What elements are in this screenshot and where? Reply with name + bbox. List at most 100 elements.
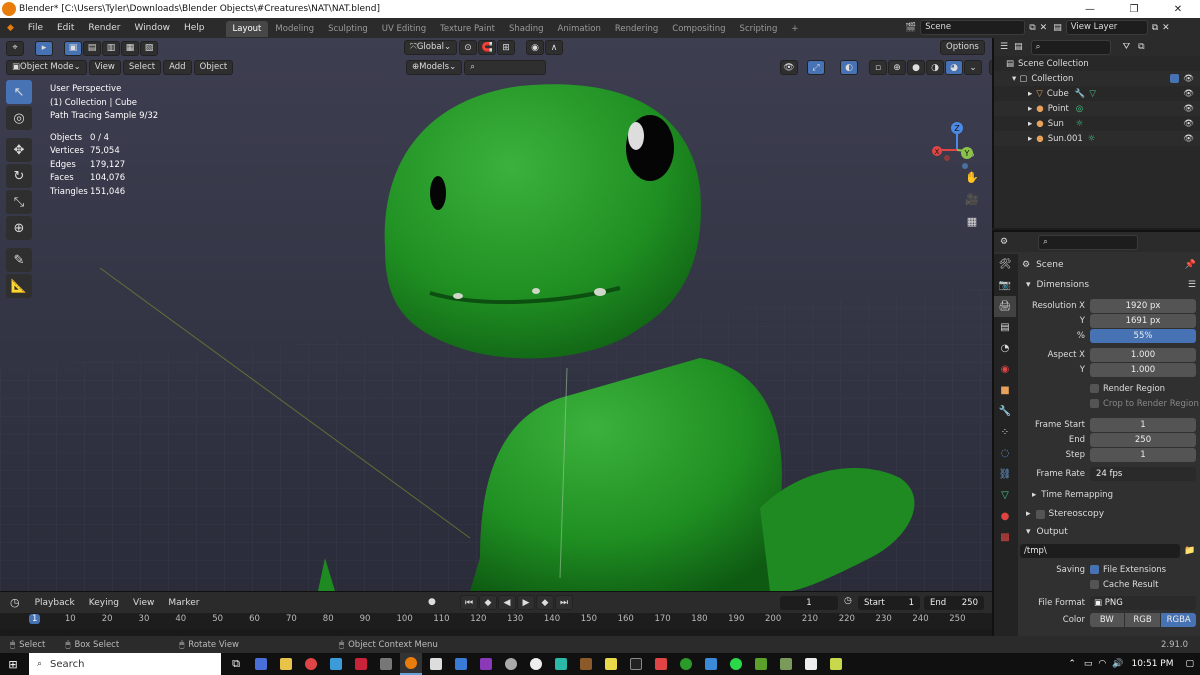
wifi-icon[interactable]: ◠ <box>1098 659 1106 669</box>
new-scene-icon[interactable]: ⧉ <box>1029 23 1035 33</box>
material-tab-icon[interactable]: ● <box>994 506 1016 527</box>
dimensions-panel-header[interactable]: ▾ Dimensions ☰ <box>1020 276 1200 294</box>
select-extend-icon[interactable]: ▤ <box>83 40 101 56</box>
record-icon[interactable]: ● <box>428 597 436 607</box>
output-path-field[interactable]: /tmp\ <box>1020 544 1180 558</box>
minimize-button[interactable]: — <box>1068 0 1112 18</box>
data-tab-icon[interactable]: ▽ <box>994 485 1016 506</box>
crop-region-checkbox[interactable]: Crop to Render Region <box>1020 396 1200 411</box>
app-krita-icon[interactable] <box>550 653 572 675</box>
particles-tab-icon[interactable]: ⁘ <box>994 422 1016 443</box>
menu-render[interactable]: Render <box>81 18 127 38</box>
frame-step-field[interactable]: 1 <box>1090 447 1196 462</box>
taskbar-search-box[interactable]: ⌕ Search <box>29 653 221 675</box>
app-steam-icon[interactable] <box>500 653 522 675</box>
pivot-icon[interactable]: ⊙ <box>459 40 478 55</box>
outliner-item[interactable]: ▸ ● Sun.001 ☼ 👁 <box>994 131 1200 146</box>
measure-tool-icon[interactable]: 📐 <box>6 274 32 298</box>
app-store-icon[interactable] <box>375 653 397 675</box>
options-dropdown[interactable]: Options <box>940 40 985 55</box>
view-layer-icon[interactable]: ▤ <box>1053 23 1062 33</box>
menu-playback[interactable]: Playback <box>28 593 82 613</box>
tab-rendering[interactable]: Rendering <box>608 21 665 37</box>
tab-texture-paint[interactable]: Texture Paint <box>433 21 502 37</box>
material-shading-icon[interactable]: ◑ <box>926 60 944 75</box>
navigation-gizmo[interactable]: Z Y X <box>925 118 985 178</box>
app-photos-icon[interactable] <box>450 653 472 675</box>
cursor-tool-icon[interactable]: ◎ <box>6 106 32 130</box>
view-layer-tab-icon[interactable]: ▤ <box>994 317 1016 338</box>
texture-tab-icon[interactable]: ▩ <box>994 527 1016 548</box>
app-blender-icon[interactable] <box>400 653 422 675</box>
outliner-item[interactable]: ▸ ● Point ◎ 👁 <box>994 101 1200 116</box>
scale-tool-icon[interactable]: ⤡ <box>6 190 32 214</box>
tab-compositing[interactable]: Compositing <box>665 21 732 37</box>
color-rgb-button[interactable]: RGB <box>1124 612 1161 627</box>
properties-search-field[interactable]: ⌕ <box>1038 234 1139 250</box>
snap-icon[interactable]: 🧲 <box>478 40 497 55</box>
tab-uv-editing[interactable]: UV Editing <box>375 21 433 37</box>
pin-icon[interactable]: 📌 <box>1185 260 1196 270</box>
move-tool-icon[interactable]: ✥ <box>6 138 32 162</box>
app-edge-icon[interactable] <box>325 653 347 675</box>
output-panel-header[interactable]: ▾ Output <box>1020 523 1200 541</box>
app-stack-icon[interactable] <box>825 653 847 675</box>
viewport-search-field[interactable]: ⌕ <box>464 60 547 75</box>
eye-icon[interactable]: 👁 <box>1183 89 1194 99</box>
menu-help[interactable]: Help <box>177 18 212 38</box>
app-terminal-icon[interactable] <box>625 653 647 675</box>
time-remapping-subpanel[interactable]: ▸ Time Remapping <box>1020 487 1200 502</box>
xray-icon[interactable]: ▫ <box>869 60 887 75</box>
app-news-icon[interactable] <box>650 653 672 675</box>
scene-icon[interactable]: 🎬 <box>905 23 916 33</box>
modifier-tab-icon[interactable]: 🔧 <box>994 401 1016 422</box>
world-tab-icon[interactable]: ◉ <box>994 359 1016 380</box>
frame-end-field[interactable]: 250 <box>1090 432 1196 447</box>
gizmo-icon[interactable]: ⤢ <box>807 60 825 75</box>
new-collection-icon[interactable]: ⧉ <box>1138 42 1144 52</box>
windows-start-icon[interactable]: ⊞ <box>0 653 26 675</box>
scene-selector[interactable]: Scene <box>920 20 1026 35</box>
solid-shading-icon[interactable]: ● <box>907 60 925 75</box>
select-box-tool-icon[interactable]: ↖ <box>6 80 32 104</box>
menu-object[interactable]: Object <box>193 60 234 75</box>
display-mode-icon[interactable]: ▤ <box>1014 42 1023 52</box>
folder-icon[interactable]: 📁 <box>1184 546 1195 556</box>
app-explorer-icon[interactable] <box>275 653 297 675</box>
aspect-y-field[interactable]: 1.000 <box>1090 362 1196 377</box>
select-new-icon[interactable]: ▣ <box>64 40 82 56</box>
snap-target-icon[interactable]: ⊞ <box>497 40 516 55</box>
app-spotify-icon[interactable] <box>725 653 747 675</box>
app-capcut-icon[interactable] <box>800 653 822 675</box>
app-chrome-icon[interactable] <box>300 653 322 675</box>
eye-icon[interactable]: 👁 <box>1183 74 1194 84</box>
delete-view-layer-icon[interactable]: ✕ <box>1162 23 1170 33</box>
physics-tab-icon[interactable]: ◌ <box>994 443 1016 464</box>
app-acrobat-icon[interactable] <box>350 653 372 675</box>
outliner-scene-collection[interactable]: ▤ Scene Collection <box>994 56 1200 71</box>
editor-type-icon[interactable]: ⌖ <box>6 40 24 56</box>
prev-keyframe-icon[interactable]: ◆ <box>479 595 497 610</box>
menu-marker[interactable]: Marker <box>161 593 206 613</box>
tab-layout[interactable]: Layout <box>225 21 269 37</box>
visibility-icon[interactable]: 👁 <box>780 60 798 75</box>
camera-view-icon[interactable]: 🎥 <box>963 190 981 208</box>
stereoscopy-checkbox[interactable] <box>1035 509 1045 519</box>
menu-edit[interactable]: Edit <box>50 18 81 38</box>
overlay-icon[interactable]: ◐ <box>840 60 858 75</box>
rendered-shading-icon[interactable]: ◕ <box>945 60 963 75</box>
new-view-layer-icon[interactable]: ⧉ <box>1152 23 1158 33</box>
menu-file[interactable]: File <box>21 18 50 38</box>
app-xbox-icon[interactable] <box>675 653 697 675</box>
output-tab-icon[interactable]: 🖨 <box>994 296 1016 317</box>
mode-dropdown[interactable]: ▣ Object Mode ⌄ <box>6 60 87 75</box>
clock-label[interactable]: 10:51 PM <box>1131 659 1173 669</box>
select-subtract-icon[interactable]: ▥ <box>102 40 120 56</box>
volume-icon[interactable]: 🔊 <box>1112 659 1123 669</box>
resolution-percent-slider[interactable]: 55% <box>1090 328 1196 343</box>
end-frame-field[interactable]: End 250 <box>924 596 984 610</box>
outliner-collection[interactable]: ▾ ▢ Collection 👁 <box>994 71 1200 86</box>
timeline-editor-type-icon[interactable]: ◷ <box>10 596 20 609</box>
eye-icon[interactable]: 👁 <box>1183 134 1194 144</box>
sidebar-toggle-icon[interactable]: ‖ <box>989 60 992 75</box>
